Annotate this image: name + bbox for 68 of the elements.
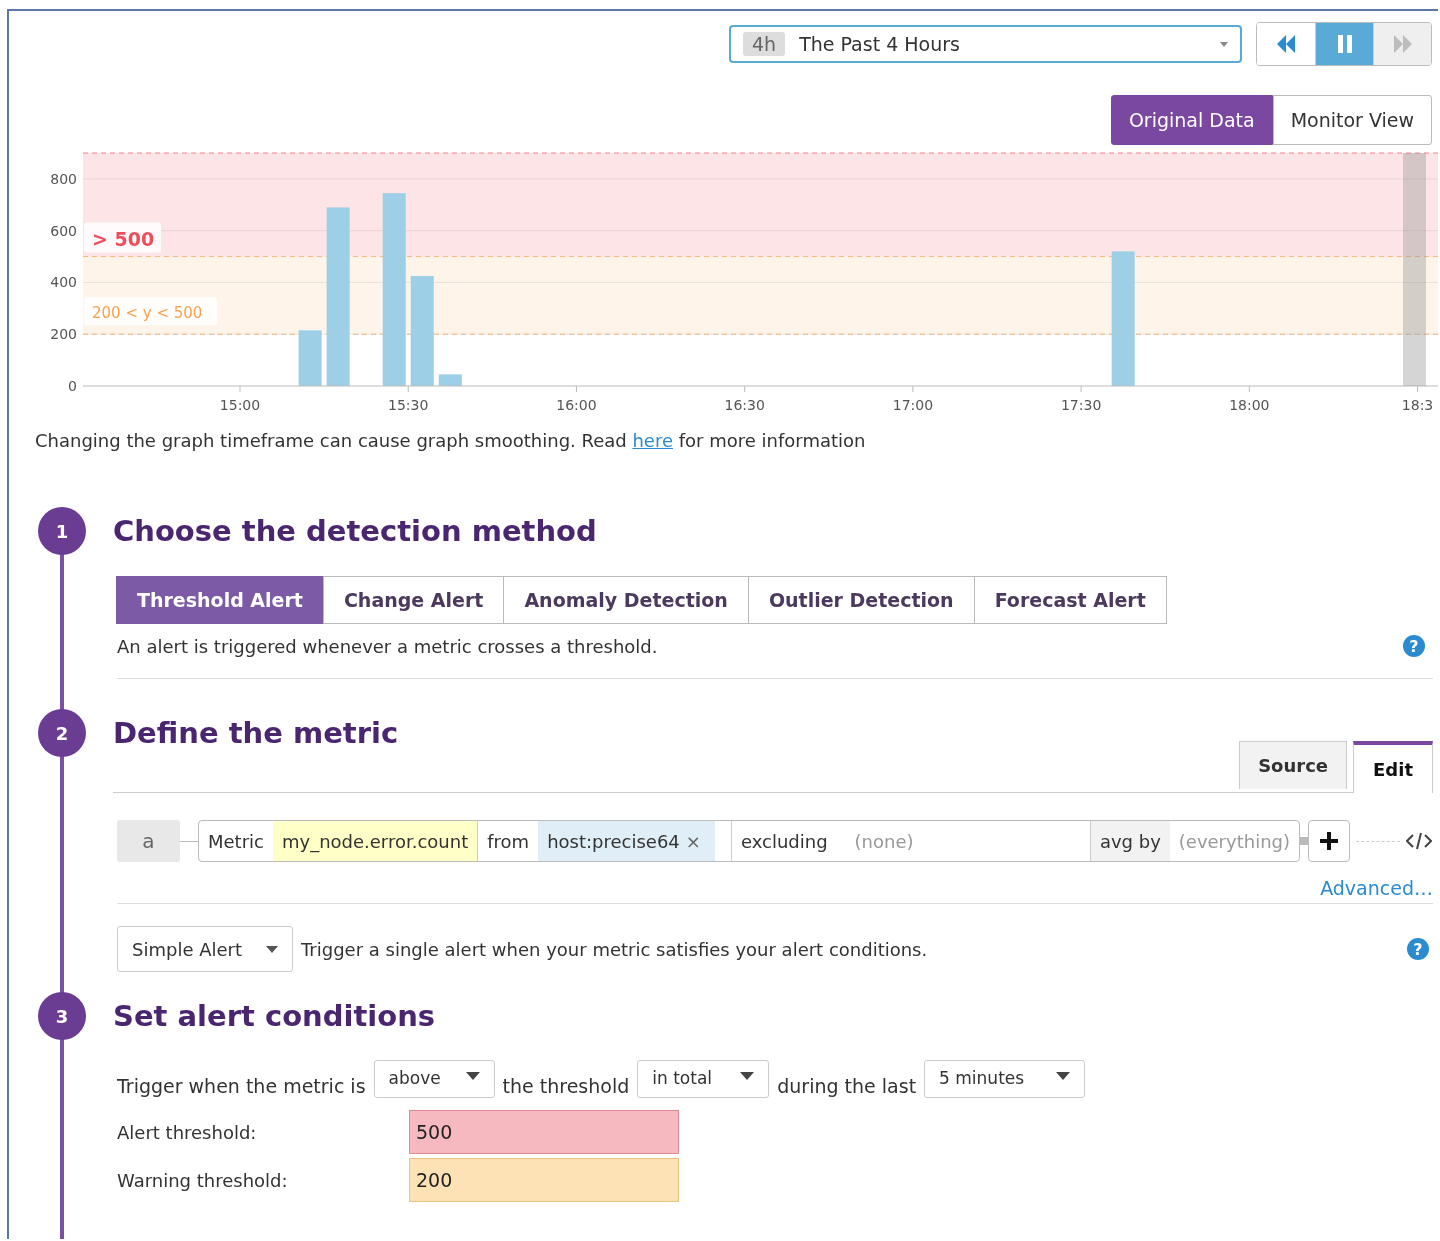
detection-method-tab[interactable]: Anomaly Detection (503, 576, 749, 624)
warning-threshold-field[interactable]: 200 (409, 1158, 679, 1202)
detection-method-tab[interactable]: Outlier Detection (747, 576, 975, 624)
add-button[interactable] (1308, 820, 1350, 862)
detection-method-tab[interactable]: Forecast Alert (973, 576, 1167, 624)
x-tick-label: 15:00 (219, 397, 261, 413)
detection-method-tab[interactable]: Change Alert (322, 576, 505, 624)
y-tick-label: 200 (50, 326, 77, 343)
comparison-select[interactable]: above (373, 1060, 495, 1098)
x-tick-label: 17:30 (1060, 397, 1102, 413)
band-label: 200 < y < 500 (92, 304, 203, 323)
editor-mode-tab[interactable]: Source (1239, 741, 1348, 789)
band-label: 200 < y < 500 (84, 297, 217, 326)
bar (438, 374, 462, 386)
caret-icon (1220, 41, 1228, 47)
aggregation-select[interactable]: in total (637, 1060, 770, 1098)
step-number: 3 (38, 992, 86, 1040)
query-letter: a (117, 820, 180, 862)
section-title: Define the metric (113, 715, 399, 752)
band-label: > 500 (84, 222, 161, 253)
y-tick-label: 600 (50, 222, 77, 239)
plus-icon (1320, 832, 1338, 850)
editor-mode-tab[interactable]: Edit (1353, 741, 1433, 793)
help-icon[interactable]: ? (1403, 635, 1425, 657)
pause-button[interactable] (1315, 23, 1373, 65)
trigger-label: Trigger when the metric is (117, 1074, 366, 1098)
advanced-link[interactable]: Advanced… (1320, 877, 1433, 899)
time-window-select[interactable]: 5 minutes (924, 1060, 1086, 1098)
x-tick-label: 18:00 (1229, 397, 1270, 413)
window-label: during the last (777, 1074, 917, 1098)
view-toggle-button[interactable]: Original Data (1110, 95, 1273, 145)
x-tick-label: 17:00 (892, 397, 934, 413)
y-tick-label: 800 (50, 170, 77, 187)
step-number: 1 (38, 507, 86, 555)
section-title: Choose the detection method (113, 513, 598, 550)
x-tick-label: 15:30 (388, 397, 429, 413)
caret-icon (740, 1072, 755, 1080)
x-tick-label: 18:3 (1401, 397, 1434, 413)
threshold-field-label: Warning threshold: (117, 1169, 289, 1191)
alert-type-description: Trigger a single alert when your metric satisfies your alert conditions. (301, 938, 929, 960)
alert-threshold-field[interactable]: 500 (409, 1110, 679, 1154)
fast-forward-icon (1392, 35, 1413, 53)
caret-icon (465, 1072, 480, 1080)
bar (298, 330, 322, 386)
method-description: An alert is triggered whenever a metric crosses a threshold. (117, 635, 658, 657)
pause-icon (1335, 35, 1354, 53)
caret-icon (1056, 1072, 1071, 1080)
timeframe-badge: 4h (743, 32, 786, 56)
alert-type-select[interactable]: Simple Alert (117, 926, 293, 972)
step-number: 2 (38, 709, 86, 757)
y-tick-label: 0 (68, 378, 77, 394)
x-tick-label: 16:00 (556, 397, 597, 413)
view-toggle-button[interactable]: Monitor View (1272, 95, 1432, 145)
rewind-icon (1276, 35, 1296, 53)
help-link[interactable]: here (632, 430, 673, 451)
timeframe-select[interactable]: 4h The Past 4 Hours (729, 25, 1242, 63)
threshold-field-label: Alert threshold: (117, 1121, 258, 1143)
caret-icon (266, 945, 278, 953)
section-title: Set alert conditions (113, 998, 437, 1035)
x-tick-label: 16:30 (724, 397, 765, 413)
y-tick-label: 400 (50, 274, 77, 291)
timeframe-note: Changing the graph timeframe can cause graph smoothing. Read here for more information (35, 430, 867, 451)
band-label: > 500 (92, 227, 155, 250)
detection-method-tab[interactable]: Threshold Alert (116, 576, 324, 624)
threshold-label: the threshold (502, 1074, 630, 1098)
code-icon[interactable] (1406, 832, 1432, 850)
help-icon[interactable]: ? (1407, 938, 1429, 960)
timeframe-value: The Past 4 Hours (799, 33, 961, 55)
